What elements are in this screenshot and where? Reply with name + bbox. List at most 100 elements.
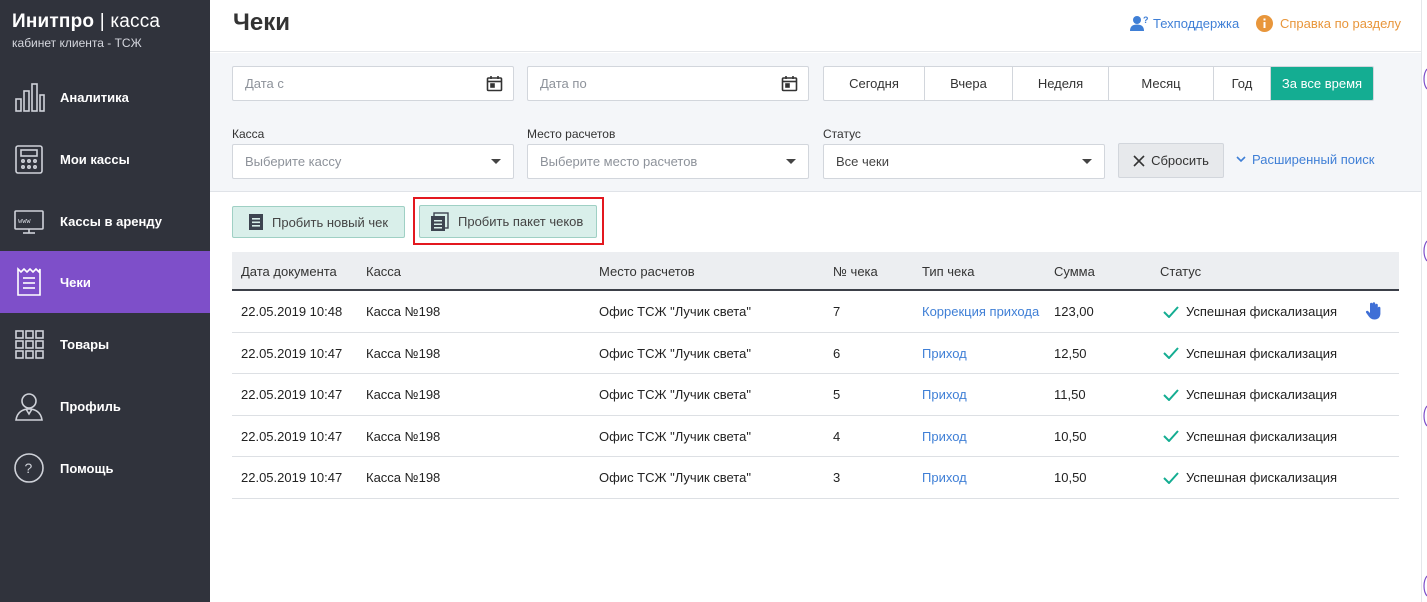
column-header[interactable]: Сумма — [1054, 264, 1095, 279]
advanced-search-label: Расширенный поиск — [1252, 152, 1375, 167]
kassa-placeholder: Выберите кассу — [245, 154, 342, 169]
chart-icon — [11, 79, 47, 115]
cell-place: Офис ТСЖ "Лучик света" — [599, 345, 751, 361]
grid-icon — [11, 326, 47, 362]
status-text: Успешная фискализация — [1186, 387, 1338, 402]
support-link[interactable]: ? Техподдержка — [1130, 15, 1239, 31]
sidebar-item-products[interactable]: Товары — [0, 313, 210, 375]
check-icon — [1163, 305, 1179, 318]
cash-register-icon — [11, 141, 47, 177]
date-to-input[interactable]: Дата по — [527, 66, 809, 101]
reset-button[interactable]: Сбросить — [1118, 143, 1224, 178]
cell-type-link[interactable]: Приход — [922, 470, 967, 485]
cell-sum: 11,50 — [1054, 387, 1086, 402]
table-row[interactable]: 22.05.2019 10:47 Касса №198 Офис ТСЖ "Лу… — [232, 374, 1399, 416]
edge-decoration-icon — [1423, 240, 1427, 262]
cell-status: Успешная фискализация — [1163, 387, 1337, 402]
sidebar-item-analytics[interactable]: Аналитика — [0, 66, 210, 128]
new-receipt-button[interactable]: Пробить новый чек — [232, 206, 405, 238]
calendar-icon[interactable] — [781, 75, 798, 92]
batch-receipts-button[interactable]: Пробить пакет чеков — [419, 205, 597, 238]
page-title: Чеки — [233, 9, 290, 36]
new-receipt-label: Пробить новый чек — [272, 214, 389, 230]
sidebar-item-receipts[interactable]: Чеки — [0, 251, 210, 313]
cell-status: Успешная фискализация — [1163, 429, 1337, 444]
period-month-button[interactable]: Месяц — [1109, 67, 1214, 100]
cell-sum: 10,50 — [1054, 470, 1087, 485]
edge-decoration-icon — [1423, 405, 1427, 427]
check-icon — [1163, 388, 1179, 401]
sidebar-item-label: Аналитика — [60, 89, 129, 105]
sidebar-item-profile[interactable]: Профиль — [0, 375, 210, 437]
help-label: Справка по разделу — [1280, 16, 1401, 31]
cell-sum: 12,50 — [1054, 345, 1087, 361]
cell-type-link[interactable]: Коррекция прихода — [922, 304, 1039, 319]
column-header[interactable]: Касса — [366, 264, 401, 279]
hand-cursor-icon — [1365, 302, 1381, 323]
cell-date: 22.05.2019 10:48 — [241, 304, 343, 319]
table-row[interactable]: 22.05.2019 10:47 Касса №198 Офис ТСЖ "Лу… — [232, 416, 1399, 457]
cell-kassa: Касса №198 — [366, 387, 441, 402]
place-select[interactable]: Выберите место расчетов — [527, 144, 809, 179]
table-row[interactable]: 22.05.2019 10:47 Касса №198 Офис ТСЖ "Лу… — [232, 457, 1399, 499]
edge-decoration-icon — [1423, 68, 1427, 90]
sidebar-item-rent[interactable]: www Кассы в аренду — [0, 190, 210, 252]
status-select[interactable]: Все чеки — [823, 144, 1105, 179]
check-icon — [1163, 347, 1179, 359]
cell-kassa: Касса №198 — [366, 345, 441, 361]
table-row[interactable]: 22.05.2019 10:47 Касса №198 Офис ТСЖ "Лу… — [232, 333, 1399, 374]
period-today-button[interactable]: Сегодня — [824, 67, 925, 100]
column-header[interactable]: Дата документа — [241, 264, 337, 279]
sidebar-item-help[interactable]: ? Помощь — [0, 437, 210, 499]
advanced-search-link[interactable]: Расширенный поиск — [1236, 152, 1374, 167]
kassa-label: Касса — [232, 127, 265, 141]
close-icon — [1133, 154, 1145, 167]
cell-kassa: Касса №198 — [366, 304, 441, 319]
user-icon — [11, 388, 47, 424]
edge-decoration-icon — [1423, 575, 1427, 597]
chevron-down-icon — [1236, 156, 1246, 163]
cell-kassa: Касса №198 — [366, 470, 441, 485]
cell-number: 3 — [833, 470, 841, 485]
column-header[interactable]: Статус — [1160, 264, 1201, 279]
date-from-input[interactable]: Дата с — [232, 66, 514, 101]
brand-title: Инитпро | касса — [12, 11, 161, 32]
calendar-icon[interactable] — [486, 75, 503, 92]
cell-type-link[interactable]: Приход — [922, 429, 967, 444]
cell-place: Офис ТСЖ "Лучик света" — [599, 387, 751, 402]
cell-type-link[interactable]: Приход — [922, 346, 967, 361]
place-label: Место расчетов — [527, 127, 616, 141]
cell-type-link[interactable]: Приход — [922, 387, 967, 402]
cell-status: Успешная фискализация — [1163, 470, 1337, 485]
scrollbar[interactable] — [1421, 0, 1427, 602]
sidebar-item-label: Профиль — [60, 398, 121, 414]
brand: Инитпро | касса кабинет клиента - ТСЖ — [0, 0, 210, 66]
section-help-link[interactable]: Справка по разделу — [1256, 15, 1401, 32]
period-yesterday-button[interactable]: Вчера — [925, 67, 1013, 100]
kassa-select[interactable]: Выберите кассу — [232, 144, 514, 179]
period-year-button[interactable]: Год — [1214, 67, 1271, 100]
cell-sum: 123,00 — [1054, 304, 1094, 319]
column-header[interactable]: Тип чека — [922, 264, 975, 279]
cell-date: 22.05.2019 10:47 — [241, 470, 343, 485]
page-header: Чеки ? Техподдержка Справка по разделу — [210, 0, 1427, 52]
brand-name: Инитпро — [12, 11, 95, 32]
table-row[interactable]: 22.05.2019 10:48 Касса №198 Офис ТСЖ "Лу… — [232, 291, 1399, 333]
column-header[interactable]: № чека — [833, 264, 878, 279]
chevron-down-icon — [1082, 159, 1092, 164]
cell-place: Офис ТСЖ "Лучик света" — [599, 470, 751, 485]
chevron-down-icon — [786, 159, 796, 164]
sidebar-item-my-kassas[interactable]: Мои кассы — [0, 128, 210, 190]
column-header[interactable]: Место расчетов — [599, 264, 695, 279]
period-week-button[interactable]: Неделя — [1013, 67, 1109, 100]
cell-kassa: Касса №198 — [366, 428, 441, 444]
date-from-placeholder: Дата с — [245, 76, 284, 91]
receipts-table: Дата документа Касса Место расчетов № че… — [232, 252, 1399, 499]
svg-text:www: www — [18, 217, 31, 225]
sidebar-item-label: Помощь — [60, 460, 114, 476]
cell-date: 22.05.2019 10:47 — [241, 387, 343, 402]
period-all-time-button[interactable]: За все время — [1271, 67, 1373, 100]
cell-status: Успешная фискализация — [1163, 304, 1337, 319]
info-icon — [1256, 15, 1273, 32]
date-to-placeholder: Дата по — [540, 76, 587, 91]
